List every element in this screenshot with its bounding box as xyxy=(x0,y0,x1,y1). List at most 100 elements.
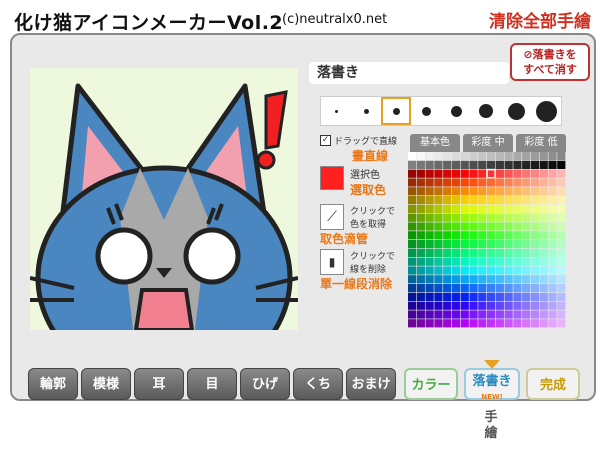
palette-swatch[interactable] xyxy=(487,292,496,301)
palette-swatch[interactable] xyxy=(425,319,434,328)
palette-swatch[interactable] xyxy=(530,169,540,178)
palette-swatch[interactable] xyxy=(434,284,443,293)
palette-swatch[interactable] xyxy=(513,187,522,196)
palette-swatch[interactable] xyxy=(495,187,504,196)
palette-swatch[interactable] xyxy=(557,213,566,222)
palette-swatch[interactable] xyxy=(530,301,540,310)
palette-swatch[interactable] xyxy=(478,319,487,328)
palette-swatch[interactable] xyxy=(469,169,478,178)
palette-swatch[interactable] xyxy=(495,310,504,319)
palette-swatch[interactable] xyxy=(504,284,513,293)
palette-swatch[interactable] xyxy=(451,266,461,275)
palette-swatch[interactable] xyxy=(548,222,557,231)
palette-swatch[interactable] xyxy=(451,196,461,205)
palette-swatch[interactable] xyxy=(557,301,566,310)
palette-swatch[interactable] xyxy=(469,187,478,196)
brush-size-7[interactable] xyxy=(501,97,531,125)
palette-swatch[interactable] xyxy=(408,213,417,222)
palette-swatch[interactable] xyxy=(557,169,566,178)
palette-swatch[interactable] xyxy=(443,213,452,222)
palette-swatch[interactable] xyxy=(495,231,504,240)
palette-swatch[interactable] xyxy=(408,292,417,301)
palette-swatch[interactable] xyxy=(434,231,443,240)
palette-swatch[interactable] xyxy=(530,292,540,301)
palette-swatch[interactable] xyxy=(408,284,417,293)
palette-swatch[interactable] xyxy=(548,187,557,196)
palette-swatch[interactable] xyxy=(460,178,469,187)
palette-swatch[interactable] xyxy=(469,292,478,301)
palette-swatch[interactable] xyxy=(557,266,566,275)
palette-swatch[interactable] xyxy=(425,213,434,222)
palette-swatch[interactable] xyxy=(504,152,513,161)
palette-swatch[interactable] xyxy=(425,284,434,293)
palette-swatch[interactable] xyxy=(451,204,461,213)
palette-swatch[interactable] xyxy=(539,240,548,249)
palette-swatch[interactable] xyxy=(530,213,540,222)
palette-swatch[interactable] xyxy=(513,292,522,301)
tab-saturation-medium[interactable]: 彩度 中 xyxy=(463,134,513,152)
palette-swatch[interactable] xyxy=(460,292,469,301)
palette-swatch[interactable] xyxy=(487,310,496,319)
palette-swatch[interactable] xyxy=(548,160,557,169)
palette-swatch[interactable] xyxy=(513,222,522,231)
palette-swatch[interactable] xyxy=(522,231,531,240)
palette-swatch[interactable] xyxy=(434,248,443,257)
drawing-canvas[interactable] xyxy=(30,68,298,330)
palette-swatch[interactable] xyxy=(548,248,557,257)
palette-swatch[interactable] xyxy=(557,248,566,257)
palette-swatch[interactable] xyxy=(513,301,522,310)
palette-swatch[interactable] xyxy=(548,275,557,284)
palette-swatch[interactable] xyxy=(460,222,469,231)
palette-swatch[interactable] xyxy=(408,319,417,328)
tab-finish[interactable]: 完成 xyxy=(526,368,580,400)
palette-swatch[interactable] xyxy=(487,213,496,222)
palette-swatch[interactable] xyxy=(504,319,513,328)
palette-swatch[interactable] xyxy=(451,187,461,196)
palette-swatch[interactable] xyxy=(487,196,496,205)
palette-swatch[interactable] xyxy=(522,292,531,301)
palette-swatch[interactable] xyxy=(495,213,504,222)
tab-saturation-low[interactable]: 彩度 低 xyxy=(516,134,566,152)
palette-swatch[interactable] xyxy=(487,152,496,161)
tab-mouth[interactable]: くち xyxy=(293,368,343,400)
palette-swatch[interactable] xyxy=(495,204,504,213)
palette-swatch[interactable] xyxy=(434,152,443,161)
palette-swatch[interactable] xyxy=(416,169,425,178)
palette-swatch[interactable] xyxy=(425,204,434,213)
palette-swatch[interactable] xyxy=(522,160,531,169)
palette-swatch[interactable] xyxy=(469,178,478,187)
palette-swatch[interactable] xyxy=(460,213,469,222)
palette-swatch[interactable] xyxy=(434,292,443,301)
palette-swatch[interactable] xyxy=(469,213,478,222)
palette-swatch[interactable] xyxy=(548,266,557,275)
palette-swatch[interactable] xyxy=(539,292,548,301)
palette-swatch[interactable] xyxy=(478,240,487,249)
palette-swatch[interactable] xyxy=(478,178,487,187)
palette-swatch[interactable] xyxy=(469,319,478,328)
palette-swatch[interactable] xyxy=(469,257,478,266)
palette-swatch[interactable] xyxy=(539,284,548,293)
palette-swatch[interactable] xyxy=(522,257,531,266)
palette-swatch[interactable] xyxy=(416,284,425,293)
palette-swatch[interactable] xyxy=(557,231,566,240)
palette-swatch[interactable] xyxy=(530,319,540,328)
palette-swatch[interactable] xyxy=(425,275,434,284)
palette-swatch[interactable] xyxy=(530,310,540,319)
palette-swatch[interactable] xyxy=(557,275,566,284)
palette-swatch[interactable] xyxy=(557,178,566,187)
palette-swatch[interactable] xyxy=(434,301,443,310)
palette-swatch[interactable] xyxy=(487,301,496,310)
palette-swatch[interactable] xyxy=(460,196,469,205)
palette-swatch[interactable] xyxy=(434,222,443,231)
brush-size-2[interactable] xyxy=(351,97,381,125)
brush-size-1[interactable] xyxy=(321,97,351,125)
palette-swatch[interactable] xyxy=(530,187,540,196)
palette-swatch[interactable] xyxy=(451,310,461,319)
palette-swatch[interactable] xyxy=(469,301,478,310)
palette-swatch[interactable] xyxy=(443,222,452,231)
palette-swatch[interactable] xyxy=(504,275,513,284)
palette-swatch[interactable] xyxy=(416,222,425,231)
palette-swatch[interactable] xyxy=(557,187,566,196)
brush-size-3[interactable] xyxy=(381,97,411,125)
eraser-icon[interactable]: ▮ xyxy=(320,249,344,275)
